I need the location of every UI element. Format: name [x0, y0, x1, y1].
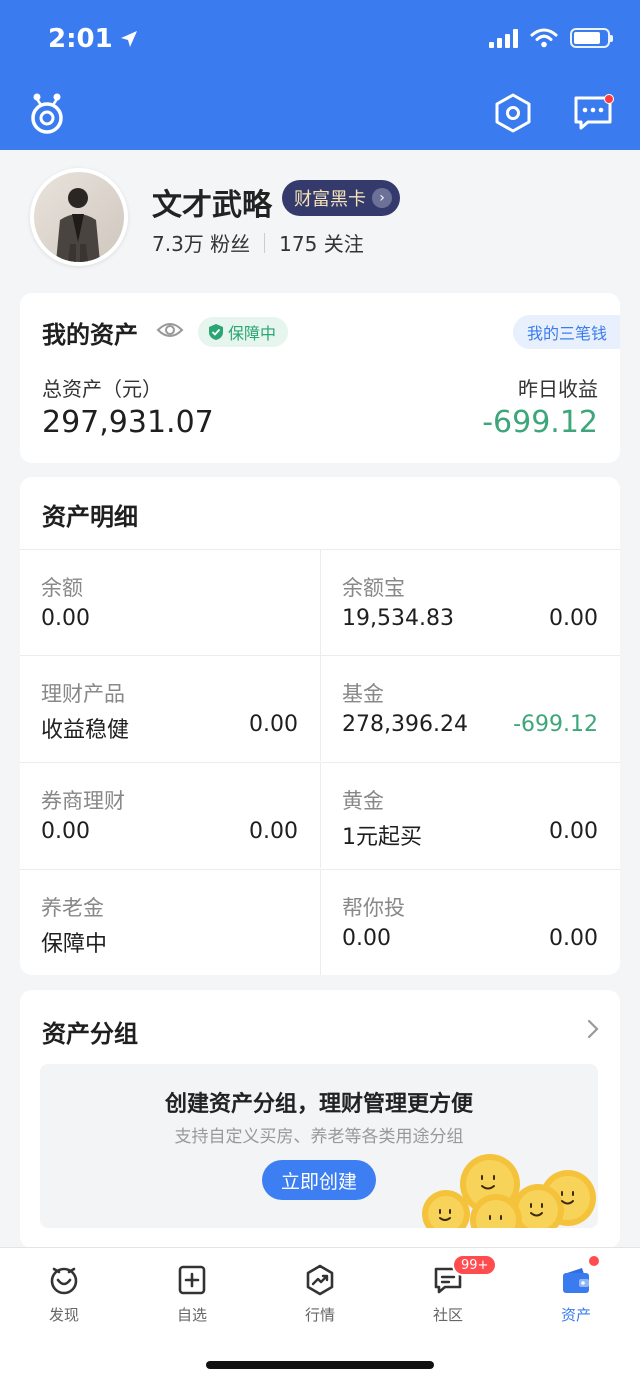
status-time: 2:01: [48, 24, 139, 54]
eye-visibility-icon[interactable]: [156, 319, 184, 345]
status-icons: [489, 28, 613, 48]
asset-group-card: 资产分组 创建资产分组，理财管理更方便 支持自定义买房、养老等各类用途分组 立即…: [20, 990, 620, 1248]
asset-cell-pension[interactable]: 养老金 保障中: [20, 869, 320, 975]
wifi-icon: [530, 28, 558, 48]
asset-cell-name: 券商理财: [41, 789, 125, 813]
asset-cell-name: 理财产品: [41, 682, 125, 706]
asset-cell-broker-wealth[interactable]: 券商理财 0.00 0.00: [20, 762, 320, 868]
asset-cell-auto-invest[interactable]: 帮你投 0.00 0.00: [320, 869, 620, 975]
asset-cell-earnings: 0.00: [249, 712, 298, 737]
asset-group-title[interactable]: 资产分组: [42, 1014, 138, 1049]
profile-section: 文才武略 财富黑卡 › 7.3万 粉丝 175 关注: [0, 150, 640, 290]
total-assets-label: 总资产（元）: [42, 377, 162, 401]
asset-cell-value: 278,396.24: [342, 712, 468, 737]
asset-cell-value: 19,534.83: [342, 606, 454, 631]
asset-cell-earnings: 0.00: [249, 819, 298, 844]
asset-cell-value: 1元起买: [342, 825, 422, 850]
community-badge: 99+: [452, 1254, 498, 1276]
vip-card-label: 财富黑卡: [294, 189, 366, 210]
asset-cell-name: 黄金: [342, 789, 384, 813]
chevron-right-icon: ›: [372, 188, 392, 208]
protected-badge-label: 保障中: [228, 324, 277, 343]
smiling-coins-illustration: [422, 1154, 596, 1228]
asset-cell-earnings: 0.00: [549, 606, 598, 631]
tab-label: 社区: [432, 1306, 463, 1324]
avatar[interactable]: [30, 168, 128, 266]
asset-cell-name: 帮你投: [342, 896, 405, 920]
home-indicator[interactable]: [206, 1361, 434, 1369]
asset-cell-name: 基金: [342, 682, 384, 706]
asset-cell-value: 收益稳健: [41, 718, 130, 743]
market-trend-icon: [306, 1264, 334, 1296]
wallet-icon: [563, 1268, 589, 1293]
tab-label: 发现: [48, 1306, 79, 1324]
tab-label: 资产: [560, 1306, 591, 1324]
total-assets-value: 297,931.07: [42, 405, 214, 440]
yesterday-earnings-label: 昨日收益: [518, 377, 598, 401]
promo-title: 创建资产分组，理财管理更方便: [164, 1092, 473, 1117]
mascot-logo-icon[interactable]: [28, 92, 66, 138]
asset-detail-title: 资产明细: [42, 503, 138, 531]
asset-cell-value: 0.00: [41, 819, 90, 844]
tab-watchlist[interactable]: 自选: [152, 1264, 232, 1334]
discover-icon: [50, 1267, 78, 1295]
asset-detail-grid: 余额 0.00 余额宝 19,534.83 0.00 理财产品 收益稳健 0.0…: [20, 549, 620, 975]
asset-cell-name: 养老金: [41, 896, 104, 920]
my-three-money-button[interactable]: 我的三笔钱: [512, 315, 620, 349]
settings-hex-icon[interactable]: [492, 92, 534, 138]
fans-count[interactable]: 7.3万 粉丝: [152, 228, 250, 257]
asset-cell-balance[interactable]: 余额 0.00: [20, 549, 320, 655]
battery-icon: [570, 28, 613, 48]
asset-cell-earnings: 0.00: [549, 819, 598, 844]
asset-cell-funds[interactable]: 基金 278,396.24 -699.12: [320, 655, 620, 761]
chevron-right-icon[interactable]: [586, 1018, 600, 1044]
tab-label: 行情: [304, 1306, 335, 1324]
tab-assets[interactable]: 资产: [536, 1264, 616, 1334]
asset-cell-value: 保障中: [41, 932, 108, 957]
assets-notification-dot: [589, 1256, 599, 1266]
watchlist-add-icon: [178, 1265, 206, 1295]
user-name: 文才武略: [152, 188, 272, 223]
cellular-signal-icon: [489, 28, 518, 48]
asset-cell-earnings: -699.12: [513, 712, 598, 737]
vip-card-badge[interactable]: 财富黑卡 ›: [282, 180, 400, 216]
app-header: 2:01: [0, 0, 640, 150]
asset-cell-earnings: 0.00: [549, 926, 598, 951]
promo-subtitle: 支持自定义买房、养老等各类用途分组: [174, 1127, 464, 1147]
divider: [264, 232, 266, 253]
message-unread-dot: [604, 94, 614, 104]
protected-badge[interactable]: 保障中: [198, 317, 289, 347]
tab-market[interactable]: 行情: [280, 1264, 360, 1334]
following-count[interactable]: 175 关注: [279, 228, 364, 257]
follow-stats: 7.3万 粉丝 175 关注: [152, 228, 364, 257]
asset-detail-card: 资产明细 余额 0.00 余额宝 19,534.83 0.00 理财产品 收益稳…: [20, 477, 620, 975]
tab-discover[interactable]: 发现: [24, 1264, 104, 1334]
shield-check-icon: [209, 324, 223, 340]
asset-cell-name: 余额宝: [342, 576, 405, 600]
asset-cell-yuebao[interactable]: 余额宝 19,534.83 0.00: [320, 549, 620, 655]
location-arrow-icon: [120, 31, 137, 47]
tab-label: 自选: [176, 1306, 207, 1324]
asset-cell-name: 余额: [41, 576, 83, 600]
asset-cell-value: 0.00: [41, 606, 90, 631]
asset-cell-gold[interactable]: 黄金 1元起买 0.00: [320, 762, 620, 868]
status-time-text: 2:01: [48, 24, 113, 54]
asset-cell-value: 0.00: [342, 926, 391, 951]
create-now-button[interactable]: 立即创建: [262, 1160, 376, 1200]
my-assets-card: 我的资产 保障中 我的三笔钱 总资产（元） 297,931.07 昨日收益 -6…: [20, 293, 620, 463]
yesterday-earnings-value: -699.12: [482, 405, 598, 440]
asset-cell-wealth-products[interactable]: 理财产品 收益稳健 0.00: [20, 655, 320, 761]
my-assets-title: 我的资产: [42, 321, 138, 349]
create-group-promo: 创建资产分组，理财管理更方便 支持自定义买房、养老等各类用途分组 立即创建: [40, 1064, 598, 1228]
